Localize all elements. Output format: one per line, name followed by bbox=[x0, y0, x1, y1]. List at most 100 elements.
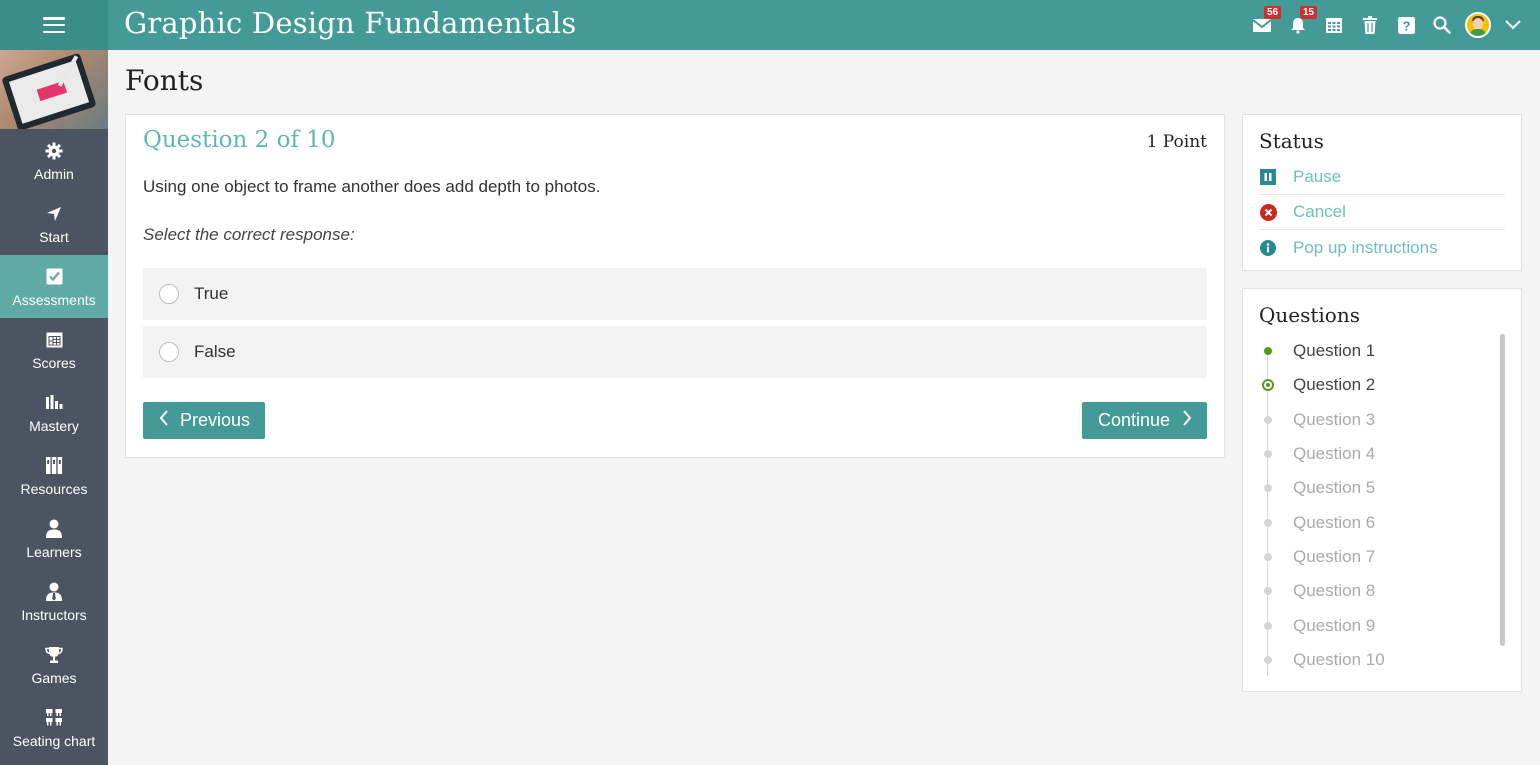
question-text: Using one object to frame another does a… bbox=[143, 177, 601, 196]
calendar-icon bbox=[1326, 18, 1342, 33]
trash-icon bbox=[1363, 16, 1377, 34]
status-title: Status bbox=[1259, 129, 1324, 153]
sidebar-item-label: Resources bbox=[20, 480, 88, 497]
top-toolbar: 56 15 ? bbox=[1244, 0, 1540, 50]
pending-dot-icon bbox=[1264, 587, 1272, 596]
answer-option-label: True bbox=[194, 284, 229, 303]
messages-badge: 56 bbox=[1264, 6, 1282, 19]
gradebook-icon bbox=[46, 329, 63, 351]
sidebar-item-label: Instructors bbox=[21, 606, 87, 623]
user-menu-button[interactable] bbox=[1460, 0, 1496, 50]
question-item-label: Question 6 bbox=[1293, 512, 1376, 532]
page-title: Fonts bbox=[125, 64, 204, 97]
question-item-6[interactable]: Question 6 bbox=[1259, 505, 1499, 539]
search-icon bbox=[1433, 16, 1451, 34]
sidebar-item-seating-chart[interactable]: Seating chart bbox=[0, 696, 108, 759]
question-item-label: Question 3 bbox=[1293, 409, 1376, 429]
question-card: Question 2 of 10 1 Point Using one objec… bbox=[125, 114, 1225, 458]
sidebar-item-label: Seating chart bbox=[12, 732, 96, 749]
trash-button[interactable] bbox=[1352, 0, 1388, 50]
sidebar-item-label: Mastery bbox=[29, 417, 79, 434]
envelope-icon bbox=[1252, 19, 1272, 32]
sidebar-item-label: Assessments bbox=[12, 291, 96, 308]
pause-label: Pause bbox=[1293, 167, 1342, 186]
cancel-icon bbox=[1259, 203, 1277, 221]
books-icon bbox=[45, 455, 63, 477]
question-item-label: Question 10 bbox=[1293, 649, 1385, 669]
continue-label: Continue bbox=[1098, 410, 1171, 430]
question-item-1[interactable]: Question 1 bbox=[1259, 334, 1499, 368]
sidebar-item-learners[interactable]: Learners bbox=[0, 507, 108, 570]
question-item-label: Question 2 bbox=[1293, 375, 1376, 395]
pending-dot-icon bbox=[1264, 415, 1272, 424]
previous-button[interactable]: Previous bbox=[143, 402, 265, 439]
answer-option-true[interactable]: True bbox=[143, 268, 1207, 320]
sidebar-item-assessments[interactable]: Assessments bbox=[0, 255, 108, 318]
radio-button[interactable] bbox=[159, 342, 179, 362]
user-menu-toggle[interactable] bbox=[1496, 0, 1530, 50]
seating-icon bbox=[45, 707, 63, 729]
messages-button[interactable]: 56 bbox=[1244, 0, 1282, 50]
trophy-icon bbox=[45, 644, 63, 666]
radio-button[interactable] bbox=[159, 284, 179, 304]
answer-option-label: False bbox=[194, 342, 236, 361]
question-item-label: Question 9 bbox=[1293, 615, 1376, 635]
question-item-7[interactable]: Question 7 bbox=[1259, 540, 1499, 574]
pause-icon bbox=[1259, 168, 1277, 186]
questions-title: Questions bbox=[1259, 303, 1360, 327]
previous-label: Previous bbox=[180, 410, 251, 430]
info-icon bbox=[1259, 239, 1277, 257]
question-instruction: Select the correct response: bbox=[143, 225, 355, 244]
question-item-8[interactable]: Question 8 bbox=[1259, 574, 1499, 608]
question-item-4[interactable]: Question 4 bbox=[1259, 437, 1499, 471]
sidebar-item-label: Scores bbox=[32, 354, 76, 371]
pending-dot-icon bbox=[1264, 484, 1272, 493]
pause-action[interactable]: Pause bbox=[1259, 160, 1505, 195]
sidebar-item-mastery[interactable]: Mastery bbox=[0, 381, 108, 444]
calendar-button[interactable] bbox=[1316, 0, 1352, 50]
sidebar-item-start[interactable]: Start bbox=[0, 192, 108, 255]
question-points: 1 Point bbox=[1146, 132, 1207, 152]
question-list: Question 1 Question 2 Question 3 Questio… bbox=[1259, 334, 1499, 677]
checkbox-icon bbox=[46, 266, 63, 288]
popup-instructions-label: Pop up instructions bbox=[1293, 237, 1438, 257]
question-item-3[interactable]: Question 3 bbox=[1259, 403, 1499, 437]
pending-dot-icon bbox=[1264, 518, 1272, 527]
answer-option-false[interactable]: False bbox=[143, 326, 1207, 378]
continue-button[interactable]: Continue bbox=[1082, 402, 1207, 439]
search-button[interactable] bbox=[1424, 0, 1460, 50]
sidebar-item-label: Admin bbox=[34, 165, 74, 182]
hamburger-icon bbox=[43, 17, 65, 33]
gear-icon bbox=[45, 140, 63, 162]
chevron-down-icon bbox=[1505, 20, 1521, 30]
question-item-10[interactable]: Question 10 bbox=[1259, 643, 1499, 677]
status-panel: Status Pause Cancel Pop up instructions bbox=[1242, 114, 1522, 271]
questions-scrollbar[interactable] bbox=[1500, 334, 1505, 646]
sidebar-item-games[interactable]: Games bbox=[0, 633, 108, 696]
question-item-2[interactable]: Question 2 bbox=[1259, 368, 1499, 402]
pending-dot-icon bbox=[1264, 552, 1272, 561]
sidebar-item-label: Start bbox=[39, 228, 69, 245]
top-bar: Graphic Design Fundamentals 56 15 ? bbox=[0, 0, 1540, 50]
app-title: Graphic Design Fundamentals bbox=[124, 6, 577, 40]
question-item-label: Question 7 bbox=[1293, 546, 1376, 566]
course-thumbnail[interactable] bbox=[0, 50, 108, 129]
questions-panel: Questions Question 1 Question 2 Question… bbox=[1242, 288, 1522, 692]
sidebar-item-resources[interactable]: Resources bbox=[0, 444, 108, 507]
pending-dot-icon bbox=[1264, 621, 1272, 630]
pending-dot-icon bbox=[1264, 450, 1272, 459]
answered-dot-icon bbox=[1264, 347, 1272, 356]
help-button[interactable]: ? bbox=[1388, 0, 1424, 50]
notifications-badge: 15 bbox=[1300, 6, 1318, 19]
question-item-5[interactable]: Question 5 bbox=[1259, 471, 1499, 505]
sidebar-item-scores[interactable]: Scores bbox=[0, 318, 108, 381]
pending-dot-icon bbox=[1264, 655, 1272, 664]
cancel-action[interactable]: Cancel bbox=[1259, 195, 1505, 230]
question-item-9[interactable]: Question 9 bbox=[1259, 608, 1499, 642]
notifications-button[interactable]: 15 bbox=[1280, 0, 1318, 50]
sidebar-item-admin[interactable]: Admin bbox=[0, 129, 108, 192]
menu-button[interactable] bbox=[0, 0, 108, 50]
popup-instructions-action[interactable]: Pop up instructions bbox=[1259, 230, 1505, 265]
navigation-arrow-icon bbox=[46, 203, 62, 225]
sidebar-item-instructors[interactable]: Instructors bbox=[0, 570, 108, 633]
